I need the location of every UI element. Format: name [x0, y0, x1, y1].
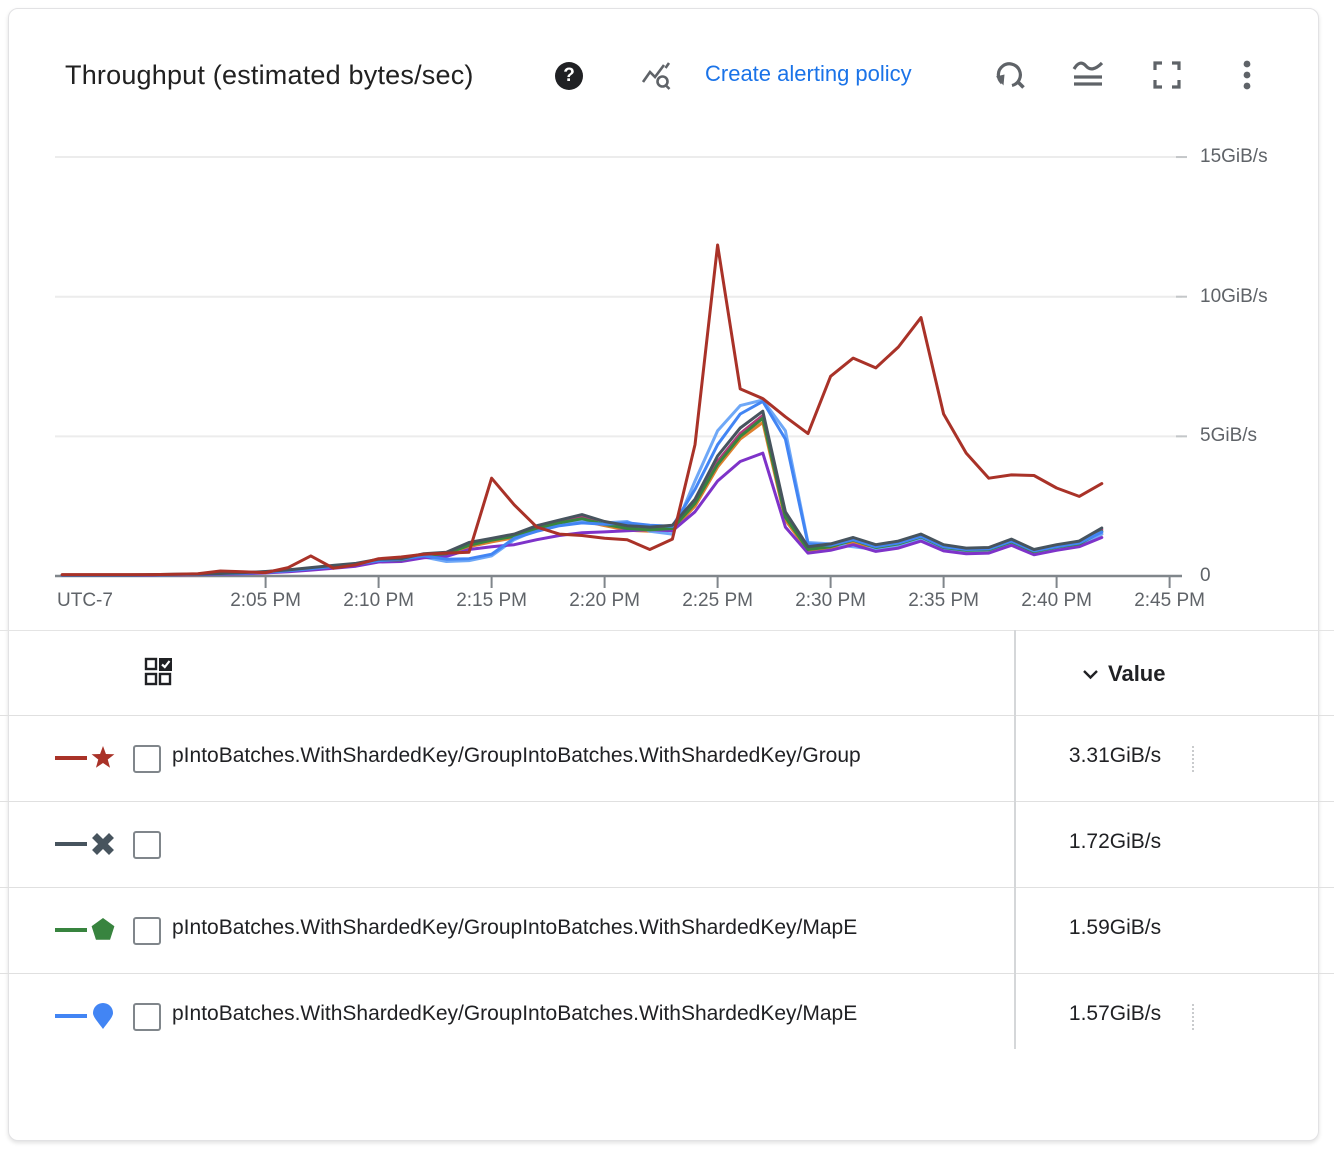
resize-handle-dots	[1192, 1004, 1194, 1030]
x-axis-tick-label: 2:25 PM	[668, 590, 768, 612]
x-axis-tick-label: 2:20 PM	[555, 590, 655, 612]
legend-rows: pIntoBatches.WithShardedKey/GroupIntoBat…	[0, 715, 1334, 1059]
x-axis-tick-label: 2:15 PM	[442, 590, 542, 612]
x-axis-tick-label: 2:30 PM	[781, 590, 881, 612]
series-marker-icon	[55, 1001, 121, 1031]
series-value: 1.59GiB/s	[1030, 916, 1200, 940]
series-value: 1.57GiB/s	[1030, 1002, 1200, 1026]
series-row[interactable]: pIntoBatches.WithShardedKey/GroupIntoBat…	[0, 887, 1334, 973]
timezone-label: UTC-7	[57, 590, 113, 612]
y-axis-tick-label: 5GiB/s	[1200, 425, 1257, 447]
x-axis-tick-label: 2:10 PM	[329, 590, 429, 612]
toggle-all-series-icon[interactable]	[144, 657, 174, 687]
chevron-down-icon	[1082, 669, 1099, 680]
x-axis-tick-label: 2:05 PM	[216, 590, 316, 612]
y-axis-tick-label: 10GiB/s	[1200, 286, 1268, 308]
series-label: pIntoBatches.WithShardedKey/GroupIntoBat…	[172, 1002, 1013, 1026]
legend-header-row: Value	[0, 630, 1334, 715]
series-line	[62, 245, 1102, 575]
x-axis-tick-label: 2:40 PM	[1007, 590, 1107, 612]
series-marker-icon	[55, 915, 121, 945]
column-divider	[1014, 630, 1016, 1049]
series-row[interactable]: pIntoBatches.WithShardedKey/GroupIntoBat…	[0, 973, 1334, 1059]
x-axis: 2:05 PM 2:10 PM 2:15 PM 2:20 PM 2:25 PM 2:30 …	[0, 590, 1334, 616]
series-row[interactable]: 1.72GiB/s	[0, 801, 1334, 887]
series-checkbox[interactable]	[133, 1003, 161, 1031]
legend-table: Value pIntoBatches.WithShardedKey/GroupI…	[0, 630, 1334, 1059]
series-label: pIntoBatches.WithShardedKey/GroupIntoBat…	[172, 744, 1013, 768]
y-axis-tick-label: 15GiB/s	[1200, 146, 1268, 168]
value-column-header[interactable]: Value	[1082, 661, 1165, 687]
series-marker-icon	[55, 829, 121, 859]
series-checkbox[interactable]	[133, 745, 161, 773]
value-header-label: Value	[1108, 661, 1165, 687]
y-axis-tick-label: 0	[1200, 565, 1211, 587]
throughput-line-chart[interactable]	[0, 0, 1334, 640]
series-value: 3.31GiB/s	[1030, 744, 1200, 768]
x-axis-tick-label: 2:35 PM	[894, 590, 994, 612]
series-value: 1.72GiB/s	[1030, 830, 1200, 854]
series-label: pIntoBatches.WithShardedKey/GroupIntoBat…	[172, 916, 1013, 940]
y-axis: 15GiB/s 10GiB/s 5GiB/s 0	[1200, 0, 1320, 640]
series-row[interactable]: pIntoBatches.WithShardedKey/GroupIntoBat…	[0, 715, 1334, 801]
series-checkbox[interactable]	[133, 917, 161, 945]
resize-handle-dots	[1192, 746, 1194, 772]
series-marker-icon	[55, 743, 121, 773]
series-checkbox[interactable]	[133, 831, 161, 859]
